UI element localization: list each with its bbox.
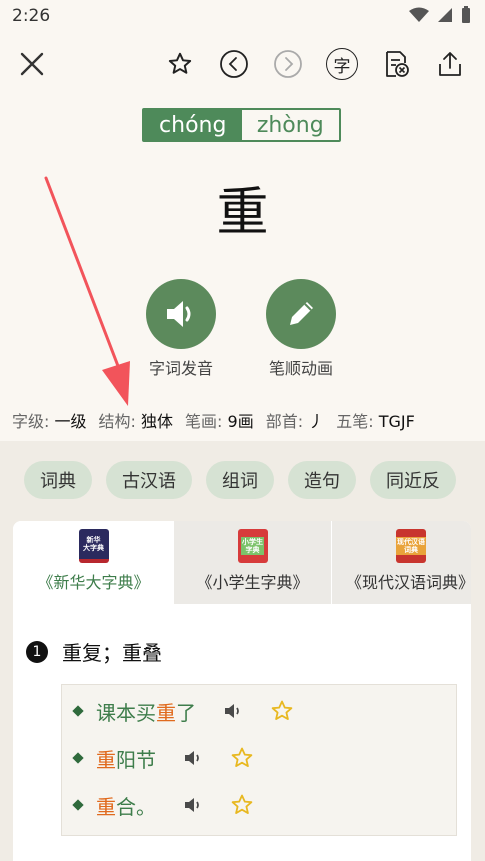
previous-button[interactable] [214,44,254,84]
character-info: 字级: 一级 结构: 独体 笔画: 9画 部首: 丿 五笔: TGJF [0,408,485,432]
chip-sentences[interactable]: 造句 [288,461,356,499]
primary-book-icon: 小学生 字典 [237,529,268,563]
play-example-button[interactable] [182,747,204,769]
status-bar: 2:26 [0,0,485,34]
tab-modern-chinese[interactable]: 现代汉语 词典 《现代汉语词典》 [332,521,471,604]
definition-number: 1 [26,640,48,663]
speaker-icon [225,704,239,718]
wifi-icon [409,7,429,22]
info-wubi: 五笔: TGJF [336,412,415,431]
chip-dictionary[interactable]: 词典 [24,461,92,499]
bullet-diamond [72,799,84,811]
pronunciation-circle [146,279,216,349]
stroke-animation-label: 笔顺动画 [268,359,333,378]
share-icon [439,52,461,76]
stroke-animation-button[interactable]: 笔顺动画 [256,279,346,379]
modern-book-icon: 现代汉语 词典 [396,529,426,563]
star-outline-icon [231,794,253,814]
play-example-button[interactable] [222,700,244,722]
tab-modern-chinese-label: 《现代汉语词典》 [346,573,471,592]
tab-xinhua[interactable]: 新华 大字典 《新华大字典》 [13,521,174,604]
status-time: 2:26 [12,6,51,26]
share-button[interactable] [430,44,470,84]
xinhua-book-icon: 新华 大字典 [78,529,109,563]
example-item: 重合。 [72,790,254,820]
toolbar: 字 [0,40,485,88]
example-item: 课本买重了 [72,696,294,726]
character-button[interactable]: 字 [322,44,362,84]
speaker-icon [185,798,199,812]
chevron-left-circle-icon [220,50,248,78]
favorite-example-button[interactable] [230,746,254,770]
clear-document-button[interactable] [376,44,416,84]
chevron-right-circle-icon [274,50,302,78]
star-outline-icon [168,52,192,74]
chip-words[interactable]: 组词 [206,461,274,499]
pencil-icon [290,302,313,325]
example-item: 重阳节 [72,743,254,773]
examples-box: 课本买重了 重阳节 重合。 [61,684,457,836]
next-button[interactable] [268,44,308,84]
chip-classical[interactable]: 古汉语 [106,461,192,499]
star-outline-icon [231,747,253,767]
favorite-button[interactable] [160,44,200,84]
star-outline-icon [271,700,293,720]
pronunciation-button[interactable]: 字词发音 [136,279,226,379]
character-circle: 字 [326,48,358,80]
favorite-example-button[interactable] [230,793,254,817]
pronunciation-label: 字词发音 [148,359,213,378]
tab-xinhua-label: 《新华大字典》 [37,573,150,592]
definition: 1 重复；重叠 [26,637,162,666]
pinyin-tabs: chóng zhòng [142,108,341,142]
info-level: 字级: 一级 [12,412,87,431]
character-display: 重 [216,183,269,243]
system-icons [409,6,471,24]
speaker-icon [167,301,191,327]
info-radical: 部首: 丿 [265,412,325,431]
battery-icon [462,6,470,23]
example-text: 重合。 [96,794,156,819]
play-example-button[interactable] [182,794,204,816]
category-chips: 词典 古汉语 组词 造句 同近反 [24,461,456,501]
example-text: 重阳节 [96,747,156,772]
signal-icon [438,8,452,22]
close-icon [20,52,44,76]
tab-pinyin-zhong[interactable]: zhòng [242,110,340,140]
dictionary-card: 新华 大字典 《新华大字典》 小学生 字典 《小学生字典》 现代汉语 词典 《现… [13,521,471,861]
close-button[interactable] [12,44,52,84]
favorite-example-button[interactable] [270,699,294,723]
stroke-animation-circle [266,279,336,349]
tab-primary-school[interactable]: 小学生 字典 《小学生字典》 [174,521,332,604]
info-structure: 结构: 独体 [98,412,174,431]
speaker-icon [185,751,199,765]
definition-text: 重复；重叠 [62,641,162,665]
tab-primary-school-label: 《小学生字典》 [196,573,309,592]
tab-pinyin-chong[interactable]: chóng [144,110,242,140]
info-strokes: 笔画: 9画 [185,412,254,431]
bullet-diamond [72,752,84,764]
example-text: 课本买重了 [96,700,196,725]
document-cancel-icon [386,51,409,77]
bullet-diamond [72,705,84,717]
dictionary-tabs: 新华 大字典 《新华大字典》 小学生 字典 《小学生字典》 现代汉语 词典 《现… [13,521,471,604]
chip-synonyms[interactable]: 同近反 [370,461,456,499]
